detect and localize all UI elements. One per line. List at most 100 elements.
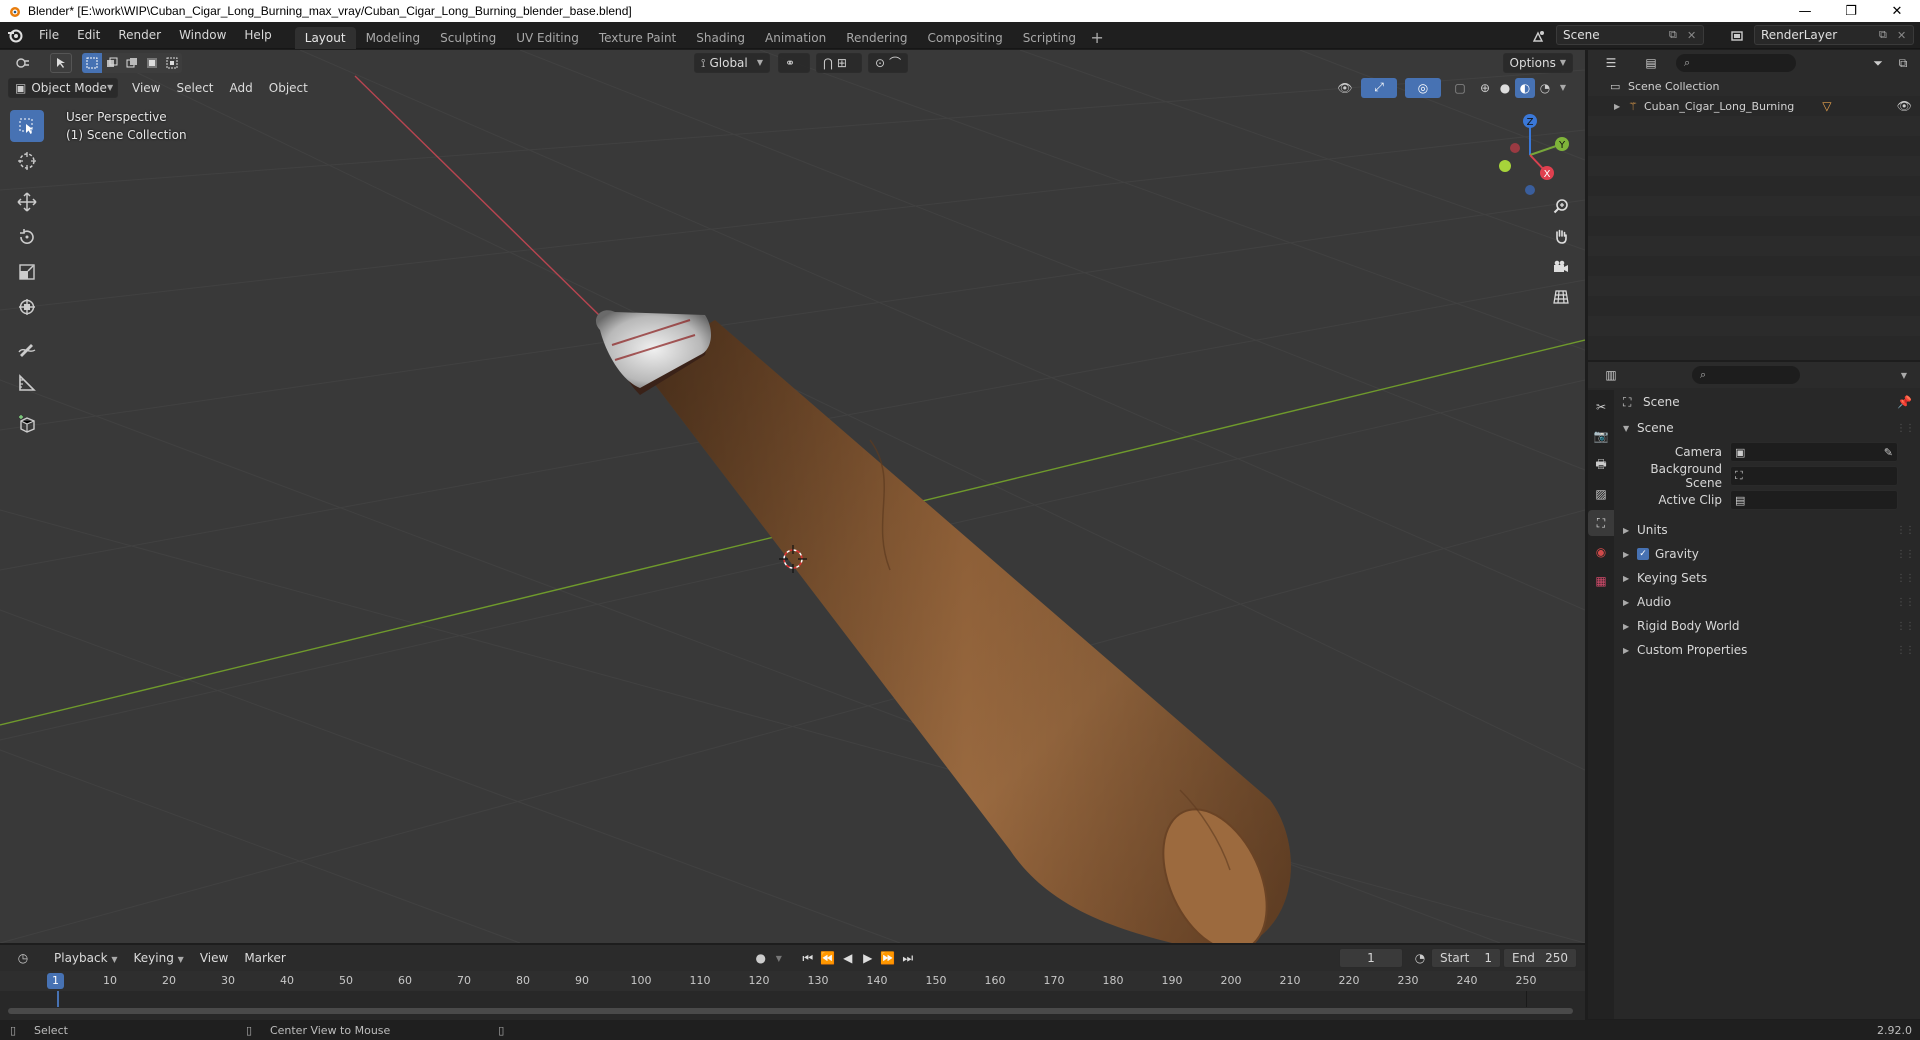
visibility-icon[interactable]: 👁 [1329,78,1361,98]
tab-uv-editing[interactable]: UV Editing [506,27,589,49]
select-box-tool[interactable] [10,110,44,142]
gravity-panel-header[interactable]: ▶ ✓ Gravity ⋮⋮ [1615,542,1920,566]
expand-arrow-icon[interactable]: ▶ [1614,102,1628,111]
select-mode-extend-icon[interactable] [102,52,122,73]
blender-menu-icon[interactable] [0,22,30,49]
drag-handle-icon[interactable]: ⋮⋮ [1896,573,1915,584]
current-frame-field[interactable]: 1 [1339,948,1403,968]
jump-to-end-icon[interactable]: ⏭ [898,948,918,968]
outliner-search-input[interactable]: ⌕ [1676,54,1796,72]
new-scene-icon[interactable]: ⧉ [1669,28,1687,42]
annotate-tool[interactable] [10,332,44,364]
measure-tool[interactable] [10,367,44,399]
zoom-icon[interactable] [1548,193,1574,219]
wireframe-shading-icon[interactable]: ⊕ [1475,78,1495,98]
drag-handle-icon[interactable]: ⋮⋮ [1896,597,1915,608]
play-reverse-icon[interactable]: ◀ [838,948,858,968]
move-tool[interactable] [10,186,44,218]
minimize-button[interactable]: — [1782,0,1828,22]
tool-properties-tab-icon[interactable]: ✂ [1588,394,1614,420]
editor-type-button[interactable] [8,53,38,73]
tab-compositing[interactable]: Compositing [917,27,1012,49]
camera-view-icon[interactable] [1548,254,1574,280]
select-mode-set-icon[interactable] [82,52,102,73]
menu-help[interactable]: Help [235,24,280,46]
maximize-button[interactable]: ❐ [1828,0,1874,22]
menu-select[interactable]: Select [168,78,221,98]
properties-editor-type-icon[interactable]: ▥ [1596,365,1626,385]
menu-file[interactable]: File [30,24,68,46]
view-layer-icon[interactable] [1722,26,1752,46]
outliner-editor-type-icon[interactable]: ☰ [1596,53,1626,73]
menu-marker[interactable]: Marker [236,948,293,968]
pan-hand-icon[interactable] [1548,223,1574,249]
menu-render[interactable]: Render [109,24,170,46]
frame-end-field[interactable]: End 250 [1503,948,1577,968]
add-workspace-button[interactable]: + [1086,27,1108,49]
eyedropper-icon[interactable]: ✎ [1884,446,1893,459]
auto-keying-toggle-icon[interactable]: ● [750,948,772,968]
custom-properties-panel-header[interactable]: ▶ Custom Properties ⋮⋮ [1615,638,1920,662]
active-clip-field[interactable]: ▤ [1730,490,1898,510]
rigid-body-world-panel-header[interactable]: ▶ Rigid Body World ⋮⋮ [1615,614,1920,638]
material-shading-icon[interactable]: ◐ [1515,77,1535,98]
menu-add[interactable]: Add [222,78,261,98]
solid-shading-icon[interactable]: ● [1495,78,1515,98]
gizmo-toggle-icon[interactable]: ⤢ [1361,77,1397,98]
menu-edit[interactable]: Edit [68,24,109,46]
drag-handle-icon[interactable]: ⋮⋮ [1896,525,1915,536]
xray-toggle-icon[interactable]: ▢ [1449,78,1471,98]
menu-window[interactable]: Window [170,24,235,46]
jump-to-keyframe-back-icon[interactable]: ⏪ [818,948,838,968]
tab-shading[interactable]: Shading [686,27,755,49]
texture-properties-tab-icon[interactable]: ▦ [1588,568,1614,594]
display-mode-icon[interactable]: ▤ [1636,53,1666,73]
drag-handle-icon[interactable]: ⋮⋮ [1896,549,1915,560]
delete-scene-icon[interactable]: ✕ [1687,29,1703,42]
world-properties-tab-icon[interactable]: ◉ [1588,539,1614,565]
select-mode-subtract-icon[interactable] [122,52,142,73]
outliner-scene-collection[interactable]: ▭ Scene Collection [1588,76,1920,96]
scene-panel-header[interactable]: ▼ Scene ⋮⋮ [1615,416,1920,440]
pivot-point-dropdown[interactable]: ⚭ [778,52,810,73]
gravity-checkbox[interactable]: ✓ [1637,548,1649,560]
tab-scripting[interactable]: Scripting [1013,27,1086,49]
transform-orientation-dropdown[interactable]: ⟟ Global ▼ [694,52,770,73]
menu-playback[interactable]: Playback ▼ [46,948,126,968]
menu-keying[interactable]: Keying ▼ [126,948,192,968]
frame-start-field[interactable]: Start 1 [1431,948,1501,968]
drag-handle-icon[interactable]: ⋮⋮ [1896,423,1915,434]
add-cube-tool[interactable] [10,408,44,440]
cursor-tool[interactable] [10,145,44,177]
tab-animation[interactable]: Animation [755,27,836,49]
scene-selector[interactable]: Scene ⧉ ✕ [1556,25,1704,45]
new-view-layer-icon[interactable]: ⧉ [1879,28,1897,42]
jump-to-keyframe-forward-icon[interactable]: ⏩ [878,948,898,968]
outliner-item[interactable]: ▶ ⚚ Cuban_Cigar_Long_Burning ▽ 👁 [1588,96,1920,116]
select-mode-invert-icon[interactable] [142,52,162,73]
pin-icon[interactable]: 📌 [1897,395,1912,409]
navigation-gizmo[interactable]: Z Y X [1485,110,1575,200]
visibility-eye-icon[interactable]: 👁 [1897,99,1912,113]
menu-view[interactable]: View [124,78,168,98]
tab-layout[interactable]: Layout [294,26,356,49]
tab-rendering[interactable]: Rendering [836,27,917,49]
filter-icon[interactable]: ⏷ [1864,53,1892,73]
3d-viewport[interactable]: ⟟ Global ▼ ⚭ ⋂ ⊞ ⊙ ⌒ Options ▼ ▣ Object … [0,50,1585,943]
transform-tool[interactable] [10,291,44,323]
new-collection-icon[interactable]: ⧉ [1892,53,1914,73]
frame-ruler[interactable]: 1 10 20 30 40 50 60 70 80 90 100 110 120… [0,971,1585,991]
drag-handle-icon[interactable]: ⋮⋮ [1896,621,1915,632]
overlay-toggle-icon[interactable]: ◎ [1405,77,1441,98]
units-panel-header[interactable]: ▶ Units ⋮⋮ [1615,518,1920,542]
render-properties-tab-icon[interactable]: 📷 [1588,423,1614,449]
properties-options-icon[interactable]: ▼ [1894,365,1914,385]
view-layer-tab-icon[interactable]: ▨ [1588,481,1614,507]
perspective-toggle-icon[interactable] [1548,284,1574,310]
drag-handle-icon[interactable]: ⋮⋮ [1896,645,1915,656]
background-scene-field[interactable]: ⛶ [1730,466,1898,486]
proportional-edit-toggle[interactable]: ⊙ ⌒ [868,52,908,73]
timeline-scrollbar[interactable] [8,1008,1573,1014]
keying-options-icon[interactable]: ▼ [772,948,786,968]
keying-sets-panel-header[interactable]: ▶ Keying Sets ⋮⋮ [1615,566,1920,590]
